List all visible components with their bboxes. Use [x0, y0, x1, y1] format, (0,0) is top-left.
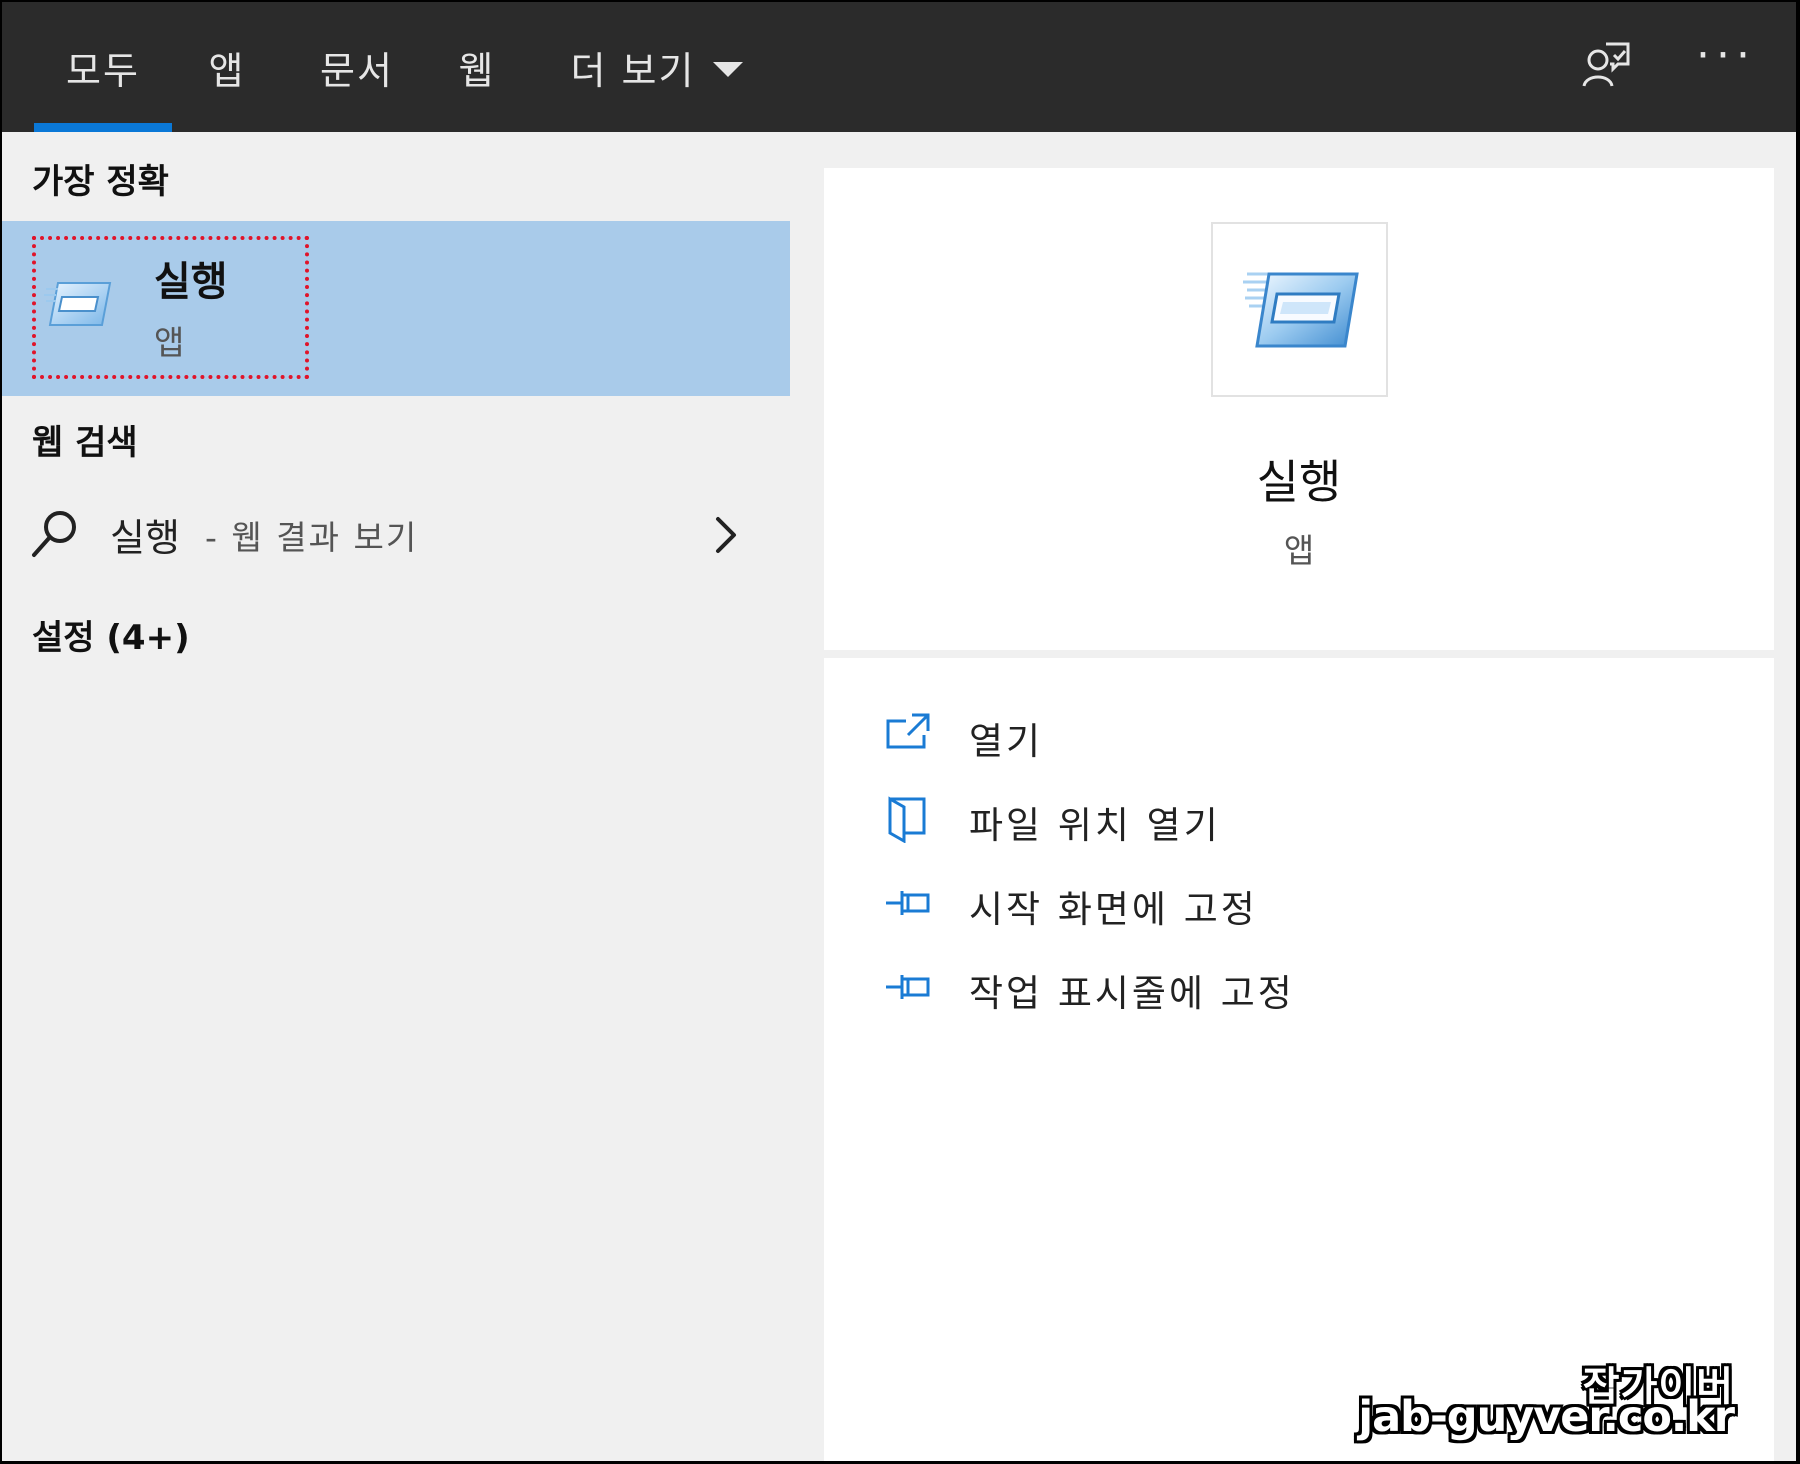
- more-options-icon[interactable]: ···: [1686, 30, 1766, 100]
- action-label: 열기: [969, 720, 1044, 763]
- tab-label: 앱: [208, 48, 246, 93]
- run-app-icon: [1243, 272, 1359, 348]
- tab-more[interactable]: 더 보기: [562, 2, 752, 132]
- settings-heading[interactable]: 설정 (4+): [32, 610, 190, 659]
- watermark-url: jab-guyver.co.kr: [1358, 1392, 1735, 1442]
- tab-web[interactable]: 웹: [432, 2, 522, 132]
- action-pin-to-start[interactable]: 시작 화면에 고정: [884, 873, 1584, 933]
- best-match-heading: 가장 정확: [32, 162, 169, 202]
- preview-icon-box: [1211, 222, 1388, 397]
- tab-label: 모두: [66, 48, 140, 93]
- chevron-right-icon[interactable]: [708, 513, 744, 557]
- file-location-icon: [888, 796, 926, 843]
- best-match-result[interactable]: 실행 앱: [2, 221, 790, 396]
- pin-icon: [886, 975, 930, 999]
- search-icon: [32, 511, 76, 557]
- best-match-title: 실행: [154, 259, 228, 305]
- preview-card: 실행 앱: [824, 168, 1774, 650]
- tab-all[interactable]: 모두: [34, 2, 172, 132]
- open-icon: [886, 713, 930, 749]
- search-window: 모두 앱 문서 웹 더 보기 ··· 가장 정확 실행 앱 웹 검색 실행 - …: [2, 2, 1796, 1461]
- best-match-subtitle: 앱: [154, 323, 185, 362]
- results-pane: 가장 정확 실행 앱 웹 검색 실행 - 웹 결과 보기 설정 (4+): [2, 132, 790, 1461]
- search-filter-bar: 모두 앱 문서 웹 더 보기 ···: [2, 2, 1796, 132]
- run-app-icon: [44, 282, 112, 326]
- tab-label: 문서: [320, 48, 394, 93]
- action-label: 작업 표시줄에 고정: [969, 972, 1295, 1015]
- action-open[interactable]: 열기: [884, 705, 1584, 765]
- tab-label: 웹: [458, 48, 496, 93]
- action-label: 시작 화면에 고정: [969, 888, 1258, 931]
- tab-apps[interactable]: 앱: [182, 2, 272, 132]
- tab-documents[interactable]: 문서: [302, 2, 412, 132]
- web-search-heading: 웹 검색: [32, 423, 138, 463]
- pin-icon: [886, 891, 930, 915]
- feedback-icon[interactable]: [1570, 30, 1640, 100]
- action-open-file-location[interactable]: 파일 위치 열기: [884, 789, 1584, 849]
- web-search-query: 실행: [110, 516, 180, 560]
- action-label: 파일 위치 열기: [969, 804, 1221, 847]
- actions-card: 열기 파일 위치 열기 시작 화면에 고정 작업 표시줄에 고정: [824, 658, 1774, 1461]
- tab-label: 더 보기: [570, 48, 696, 93]
- web-search-result[interactable]: 실행 - 웹 결과 보기: [2, 497, 790, 567]
- caret-down-icon: [713, 61, 744, 77]
- action-pin-to-taskbar[interactable]: 작업 표시줄에 고정: [884, 957, 1584, 1017]
- web-search-suffix: - 웹 결과 보기: [205, 518, 419, 557]
- preview-title: 실행: [1256, 455, 1342, 509]
- preview-subtitle: 앱: [1283, 531, 1315, 570]
